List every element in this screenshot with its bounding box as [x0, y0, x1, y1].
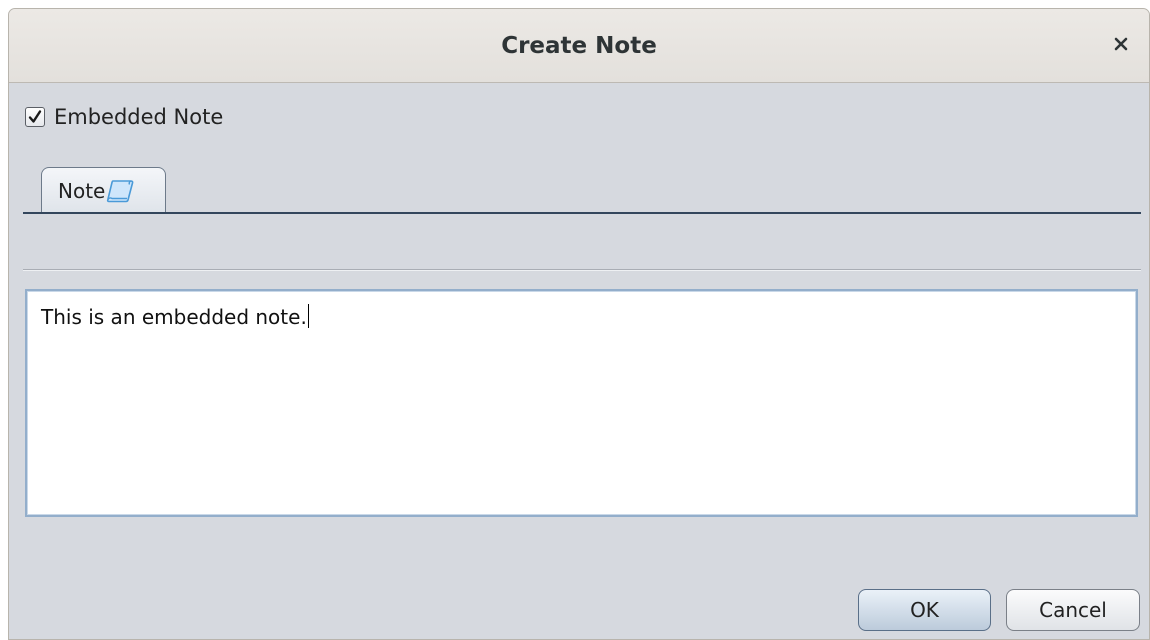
close-button[interactable]	[1107, 32, 1135, 60]
embedded-note-label: Embedded Note	[54, 105, 224, 129]
separator	[23, 269, 1141, 271]
note-text: This is an embedded note.	[41, 305, 307, 329]
cancel-button[interactable]: Cancel	[1006, 589, 1140, 631]
embedded-note-checkbox-row[interactable]: Embedded Note	[25, 105, 223, 129]
note-text-area[interactable]: This is an embedded note.	[25, 289, 1138, 517]
tab-underline	[23, 212, 1141, 214]
tab-note[interactable]: Note	[41, 167, 166, 213]
note-icon	[106, 179, 134, 203]
embedded-note-checkbox[interactable]	[25, 107, 45, 127]
create-note-dialog: Create Note Embedded Note Note This is a…	[8, 8, 1150, 640]
close-icon	[1113, 36, 1129, 56]
dialog-title: Create Note	[501, 33, 657, 59]
tab-note-label: Note	[58, 178, 106, 203]
title-bar: Create Note	[9, 9, 1149, 83]
ok-button[interactable]: OK	[858, 589, 991, 631]
text-caret	[307, 304, 309, 328]
checkmark-icon	[28, 110, 42, 123]
